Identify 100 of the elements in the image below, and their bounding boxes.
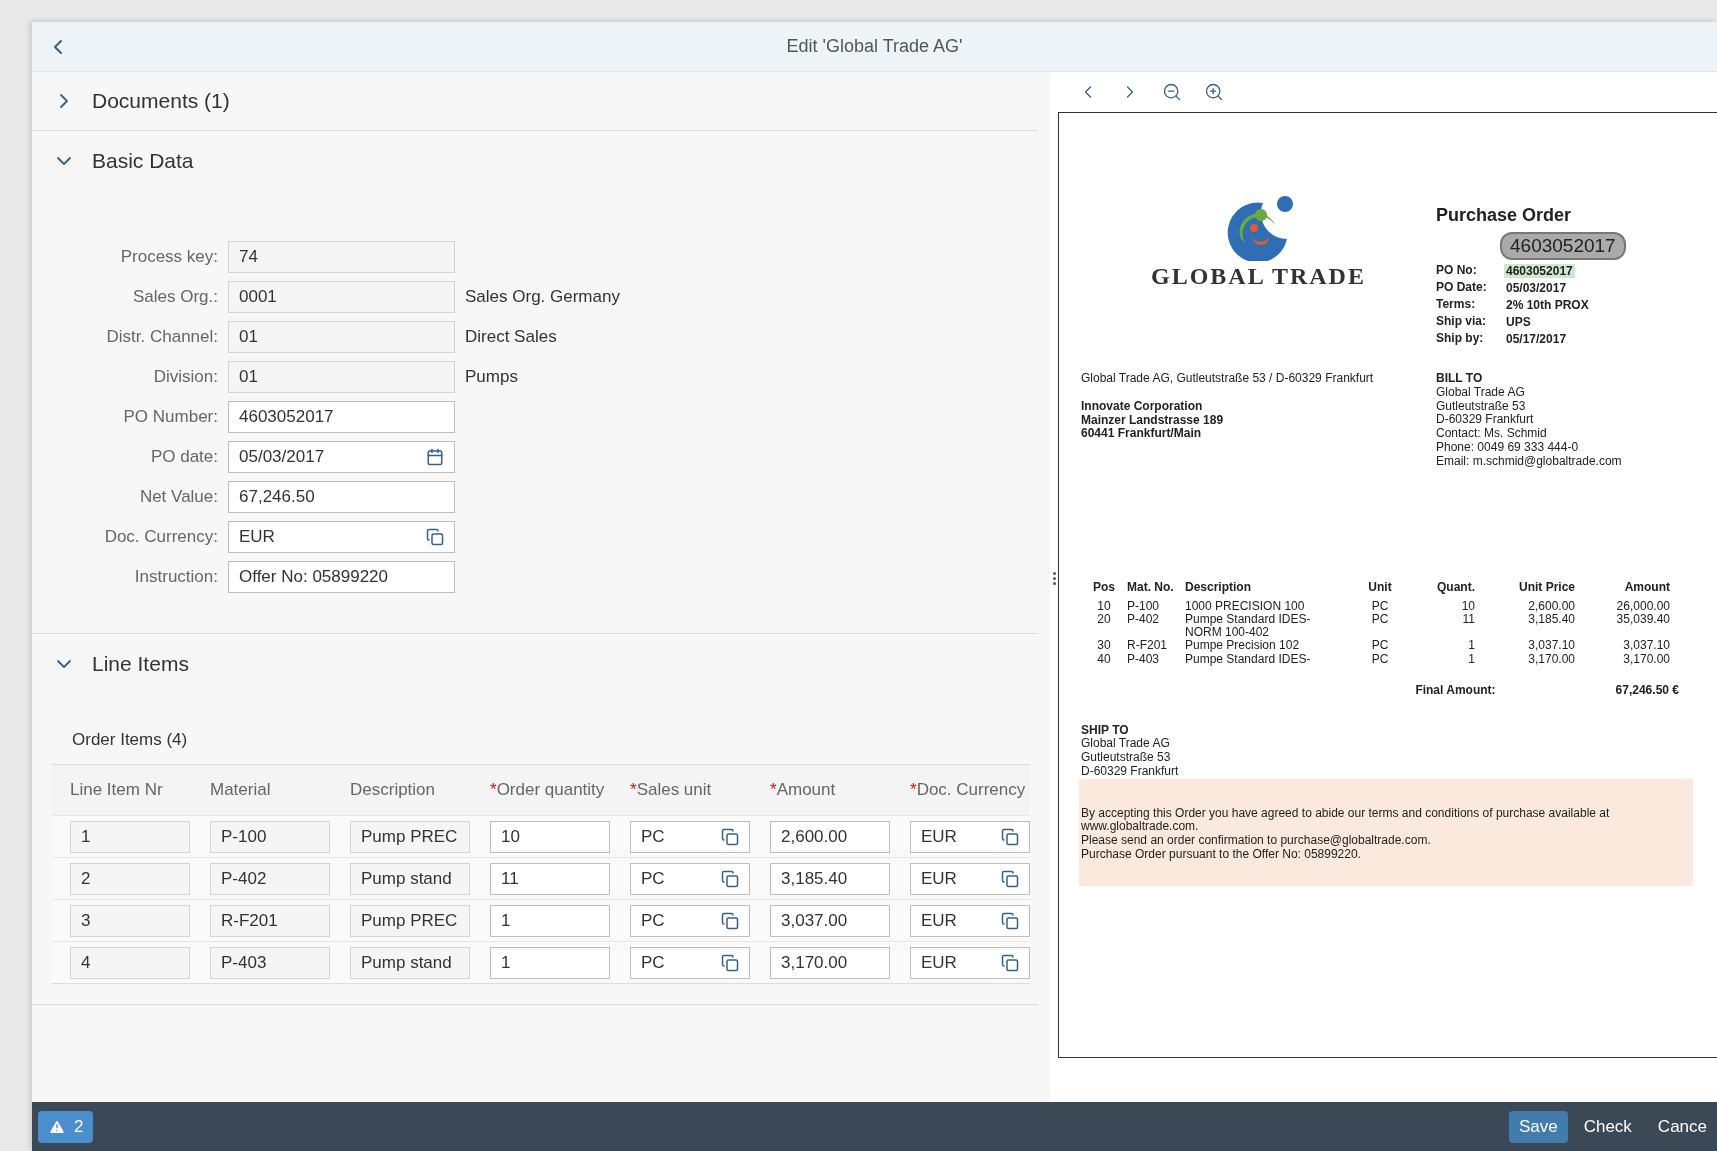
field-label: Sales Org.: — [131, 287, 218, 307]
document-cell-text: P-402 — [1127, 612, 1161, 628]
table-cell[interactable]: 2,600.00 — [770, 820, 890, 853]
action-button[interactable]: Save — [1508, 1110, 1568, 1143]
column-header: *Amount — [770, 778, 837, 801]
document-column-header: Pos — [1092, 580, 1116, 594]
value-help-icon[interactable] — [1001, 827, 1019, 846]
document-cell-text: 3,185.40 — [1527, 612, 1575, 628]
value-help-icon[interactable] — [1001, 869, 1019, 888]
table-cell: Pump stand — [350, 946, 470, 979]
required-mark: * — [770, 779, 777, 799]
document-cell-text: Pumpe Standard IDES- — [1185, 652, 1312, 666]
table-cell[interactable]: PC — [630, 946, 750, 979]
table-cell[interactable]: EUR — [910, 946, 1030, 979]
table-cell[interactable]: PC — [630, 862, 750, 895]
value-help-icon[interactable] — [721, 953, 739, 972]
field-label: Net Value: — [138, 487, 218, 507]
value-help-icon[interactable] — [1001, 911, 1019, 930]
table-cell[interactable]: PC — [630, 820, 750, 853]
value-help-icon[interactable] — [1001, 953, 1019, 972]
action-button[interactable]: Cance — [1647, 1110, 1717, 1143]
document-cell-text: R-F201 — [1127, 639, 1168, 653]
table-cell: P-403 — [210, 946, 330, 979]
table-cell[interactable]: 1 — [490, 946, 610, 979]
input-field[interactable]: 05/03/2017 — [228, 441, 455, 473]
window-title: Edit 'Global Trade AG' — [785, 36, 964, 57]
document-cell-text: P-403 — [1127, 652, 1161, 666]
document-cell-text: 26,000.00 — [1615, 599, 1670, 613]
detail-label: Ship via: — [1436, 315, 1487, 329]
ship-to-line: Gutleutstraße 53 — [1081, 751, 1172, 765]
input-field[interactable]: 74 — [228, 241, 455, 273]
column-header: *Sales unit — [630, 778, 713, 801]
table-cell[interactable]: EUR — [910, 904, 1030, 937]
zoom-out-icon[interactable] — [1162, 82, 1182, 102]
logo-text: GLOBAL TRADE — [1151, 263, 1366, 290]
final-amount-label: Final Amount: — [1415, 683, 1496, 698]
input-field[interactable]: 0001 — [228, 281, 455, 313]
section-header[interactable]: Documents (1) — [32, 72, 250, 130]
column-header: Material — [210, 778, 272, 801]
table-cell: P-100 — [210, 820, 330, 853]
document-cell-text: 3,037.10 — [1527, 639, 1575, 653]
input-field[interactable]: 01 — [228, 321, 455, 353]
table-cell[interactable]: 10 — [490, 820, 610, 853]
table-cell[interactable]: 11 — [490, 862, 610, 895]
action-button[interactable]: Check — [1573, 1110, 1642, 1143]
ship-to-line: Global Trade AG — [1081, 737, 1171, 752]
document-cell-text: 10 — [1460, 599, 1475, 613]
value-help-icon[interactable] — [721, 911, 739, 930]
detail-label: PO No: — [1436, 264, 1478, 278]
document-cell-text: 3,170.00 — [1622, 652, 1670, 666]
detail-value: 05/17/2017 — [1505, 332, 1568, 346]
table-title: Order Items (4) — [71, 729, 188, 751]
value-help-icon[interactable] — [426, 528, 444, 546]
table-cell[interactable]: EUR — [910, 862, 1030, 895]
section-header[interactable]: Line Items — [32, 634, 209, 694]
document-column-header: Mat. No. — [1127, 580, 1175, 594]
document-column-header: Description — [1185, 580, 1252, 594]
note-text: Please send an order confirmation to purchase@globaltrade.com. — [1081, 834, 1432, 849]
document-cell-text: PC — [1370, 612, 1390, 628]
table-cell: Pump PREC — [350, 820, 470, 853]
table-cell: 3 — [70, 904, 190, 937]
document-cell-text: 1000 PRECISION 100 — [1185, 599, 1306, 613]
note-text: By accepting this Order you have agreed to abide our terms and conditions of purchase available at www.globaltrade.com. — [1081, 806, 1611, 835]
document-cell-text: Pumpe Standard IDES- NORM 100-402 — [1185, 612, 1312, 640]
table-cell[interactable]: 3,185.40 — [770, 862, 890, 895]
input-field[interactable]: 4603052017 — [228, 401, 455, 433]
detail-label: Terms: — [1436, 298, 1477, 312]
input-field[interactable]: Offer No: 05899220 — [228, 561, 455, 593]
table-cell[interactable]: 1 — [490, 904, 610, 937]
section-header[interactable]: Basic Data — [32, 131, 214, 191]
field-label: Distr. Channel: — [105, 327, 218, 347]
table-cell: Pump stand — [350, 862, 470, 895]
detail-value: 05/03/2017 — [1505, 281, 1568, 295]
detail-value: UPS — [1505, 315, 1532, 329]
document-column-header: Quant. — [1436, 580, 1475, 594]
document-cell-text: PC — [1370, 639, 1390, 653]
document-cell-text: Pumpe Precision 102 — [1185, 639, 1301, 653]
field-label: Doc. Currency: — [103, 527, 218, 547]
highlight-bubble: 4603052017 — [1500, 232, 1626, 260]
field-label: Division: — [152, 367, 218, 387]
input-field[interactable]: EUR — [228, 521, 455, 553]
zoom-in-icon[interactable] — [1204, 82, 1224, 102]
input-field[interactable]: 67,246.50 — [228, 481, 455, 513]
value-help-icon[interactable] — [721, 869, 739, 888]
input-field[interactable]: 01 — [228, 361, 455, 393]
bill-to-line: Global Trade AG — [1436, 385, 1526, 400]
table-cell[interactable]: 3,170.00 — [770, 946, 890, 979]
field-description: Sales Org. Germany — [465, 287, 621, 307]
ship-to-line: D-60329 Frankfurt — [1081, 764, 1180, 779]
required-mark: * — [490, 779, 497, 799]
calendar-icon[interactable] — [426, 448, 444, 466]
column-header: *Order quantity — [490, 778, 606, 801]
document-column-header: Amount — [1623, 580, 1670, 594]
recipient-line: Innovate Corporation — [1081, 399, 1204, 414]
table-cell[interactable]: PC — [630, 904, 750, 937]
table-cell[interactable]: EUR — [910, 820, 1030, 853]
field-description: Direct Sales — [465, 327, 558, 347]
table-cell[interactable]: 3,037.00 — [770, 904, 890, 937]
value-help-icon[interactable] — [721, 827, 739, 846]
bill-to-line: Contact: Ms. Schmid — [1436, 427, 1548, 441]
